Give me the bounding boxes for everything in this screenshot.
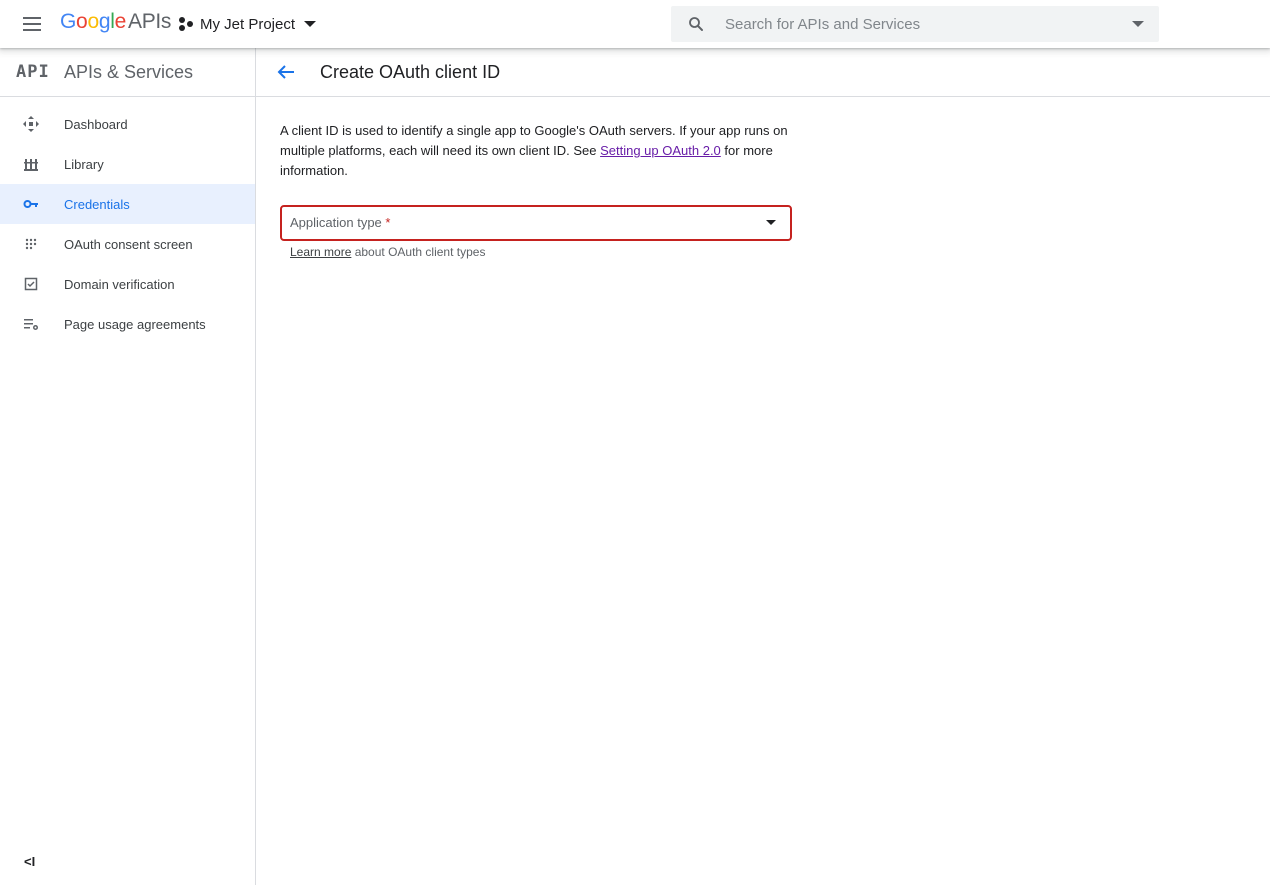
google-wordmark-letter: o	[87, 10, 99, 33]
page-title: Create OAuth client ID	[320, 62, 501, 82]
list-settings-icon	[24, 319, 38, 330]
sidebar-item-library[interactable]: Library	[0, 144, 255, 184]
sidebar: API APIs & Services Dashboard Library Cr…	[0, 48, 256, 885]
sidebar-item-dashboard[interactable]: Dashboard	[0, 104, 255, 144]
sidebar-item-oauth-consent-screen[interactable]: OAuth consent screen	[0, 224, 255, 264]
setting-up-oauth-link[interactable]: Setting up OAuth 2.0	[600, 143, 721, 158]
collapse-sidebar-icon[interactable]: <I	[24, 854, 35, 869]
required-mark: *	[385, 215, 391, 230]
dropdown-arrow-icon	[766, 220, 776, 225]
search-bar	[671, 6, 1159, 42]
search-options-dropdown-icon[interactable]	[1132, 21, 1144, 27]
hint-text: about OAuth client types	[351, 245, 486, 259]
sidebar-item-domain-verification[interactable]: Domain verification	[0, 264, 255, 304]
google-wordmark-letter: e	[114, 10, 127, 33]
google-wordmark: Google	[60, 10, 126, 33]
search-icon[interactable]	[687, 15, 705, 33]
sidebar-item-label: Page usage agreements	[64, 316, 206, 332]
key-icon	[23, 200, 38, 208]
description-text: A client ID is used to identify a single…	[280, 121, 792, 181]
form-content: A client ID is used to identify a single…	[280, 121, 800, 259]
back-arrow-icon[interactable]	[274, 60, 298, 84]
sidebar-item-label: Domain verification	[64, 276, 175, 292]
application-type-hint: Learn more about OAuth client types	[280, 245, 800, 259]
project-name: My Jet Project	[200, 15, 296, 33]
sidebar-item-credentials[interactable]: Credentials	[0, 184, 255, 224]
sidebar-header: API APIs & Services	[0, 48, 255, 97]
project-icon	[179, 17, 193, 31]
library-icon	[24, 159, 38, 171]
google-wordmark-letter: G	[60, 10, 77, 33]
sidebar-item-label: Library	[64, 156, 104, 172]
application-type-select[interactable]: Application type *	[280, 205, 792, 241]
sidebar-item-page-usage-agreements[interactable]: Page usage agreements	[0, 304, 255, 344]
project-selector[interactable]: My Jet Project	[178, 13, 317, 35]
top-app-bar: GoogleAPIs My Jet Project	[0, 0, 1270, 48]
google-apis-logo[interactable]: GoogleAPIs	[60, 10, 171, 34]
dashboard-icon	[23, 116, 39, 132]
search-input[interactable]	[725, 6, 1115, 42]
sidebar-nav: Dashboard Library Credentials OAuth cons…	[0, 97, 255, 344]
sidebar-item-label: Dashboard	[64, 116, 128, 132]
hamburger-menu-icon[interactable]	[20, 12, 44, 36]
consent-grid-icon	[25, 238, 37, 250]
checkbox-icon	[24, 277, 38, 291]
chevron-down-icon	[304, 21, 317, 27]
application-type-label: Application type	[290, 215, 382, 230]
apis-wordmark: APIs	[127, 10, 172, 33]
sidebar-item-label: Credentials	[64, 196, 130, 212]
google-wordmark-letter: o	[76, 10, 88, 33]
application-type-placeholder: Application type *	[290, 215, 390, 230]
api-logo-icon: API	[16, 62, 50, 82]
sidebar-item-label: OAuth consent screen	[64, 236, 193, 252]
learn-more-link[interactable]: Learn more	[290, 245, 351, 259]
sidebar-title: APIs & Services	[64, 62, 194, 82]
google-wordmark-letter: g	[98, 10, 111, 33]
main-content: Create OAuth client ID A client ID is us…	[256, 48, 1270, 885]
page-header: Create OAuth client ID	[256, 48, 1270, 97]
